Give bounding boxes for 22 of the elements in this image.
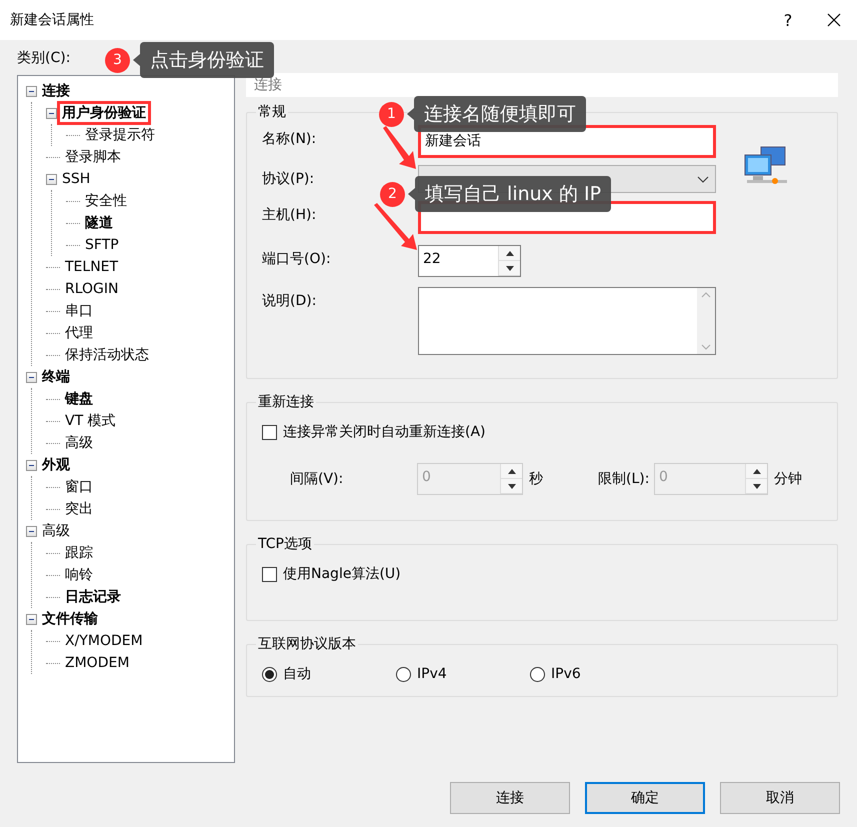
group-title: 重新连接: [257, 393, 315, 411]
unit-label: 秒: [528, 470, 544, 488]
group-title: TCP选项: [257, 535, 313, 553]
group-title: 互联网协议版本: [257, 635, 357, 653]
group-title: 常规: [257, 103, 287, 121]
field-label: 端口号(O):: [262, 250, 332, 268]
panel-header: 连接: [246, 73, 838, 97]
field-label: 限制(L):: [598, 470, 650, 488]
window-title: 新建会话属性: [10, 11, 95, 29]
step-number: 2: [380, 182, 405, 206]
annotation-tooltip: 填写自己 linux 的 IP: [415, 176, 612, 212]
category-label: 类别(C):: [17, 49, 70, 68]
field-label: 主机(H):: [262, 206, 318, 224]
field-label: 说明(D):: [262, 292, 318, 310]
field-label: 协议(P):: [262, 170, 316, 188]
step-number: 3: [105, 48, 130, 72]
step-number: 1: [379, 102, 404, 126]
field-label: 间隔(V):: [290, 470, 344, 488]
annotation-tooltip: 点击身份验证: [140, 42, 274, 78]
annotation-tooltip: 连接名随便填即可: [414, 96, 586, 132]
unit-label: 分钟: [773, 470, 803, 488]
field-label: 名称(N):: [262, 130, 318, 148]
